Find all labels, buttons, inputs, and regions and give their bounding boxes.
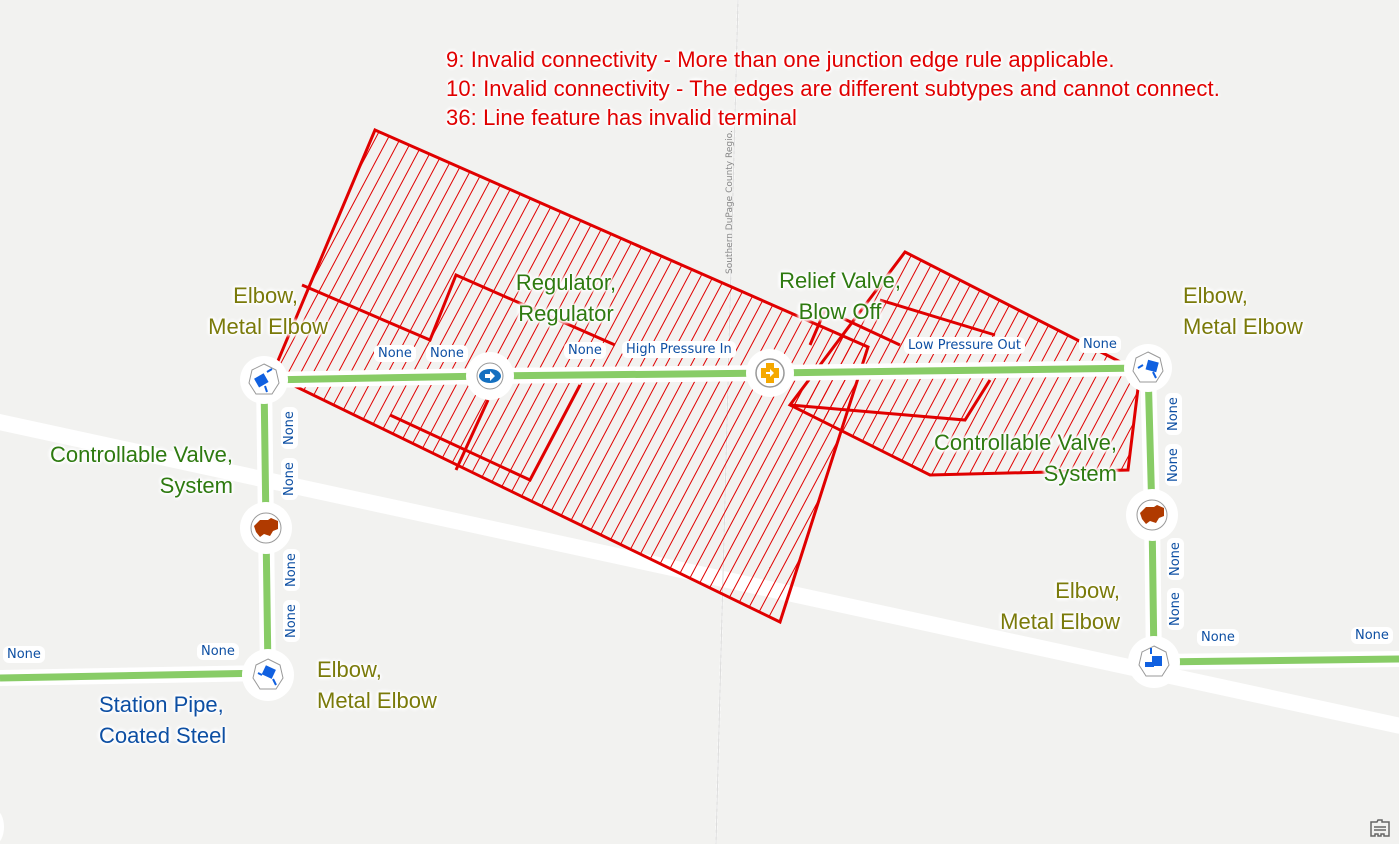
label-relief-valve: Relief Valve, Blow Off <box>770 265 910 327</box>
error-message-9: 9: Invalid connectivity - More than one … <box>446 47 1115 72</box>
label-elbow-top-left: Elbow, Metal Elbow <box>160 280 328 342</box>
label-line: Station Pipe, <box>99 692 224 717</box>
terminal-label: None <box>283 600 300 642</box>
label-line: Metal Elbow <box>1183 314 1303 339</box>
label-line: Metal Elbow <box>208 314 328 339</box>
terminal-label: None <box>281 458 298 500</box>
terminal-label: None <box>283 549 300 591</box>
label-line: Metal Elbow <box>317 688 437 713</box>
label-line: Elbow, <box>1055 578 1120 603</box>
label-elbow-bottom-right: Elbow, Metal Elbow <box>960 575 1120 637</box>
label-line: Elbow, <box>233 283 298 308</box>
label-line: System <box>1043 461 1117 486</box>
label-controllable-valve-right: Controllable Valve, System <box>900 427 1117 489</box>
regulator-icon[interactable] <box>476 362 504 390</box>
terminal-label: None <box>374 345 416 362</box>
relief-valve-icon[interactable] <box>755 358 785 388</box>
label-line: Elbow, <box>1183 283 1248 308</box>
basemap-gallery-icon <box>1370 819 1390 837</box>
basemap-gallery-button[interactable] <box>1369 818 1391 838</box>
terminal-label: None <box>564 342 606 359</box>
controllable-valve-icon[interactable] <box>250 512 282 544</box>
error-message-10: 10: Invalid connectivity - The edges are… <box>446 76 1220 101</box>
road-label: Southern DuPage County Regio. <box>725 130 735 274</box>
controllable-valve-icon[interactable] <box>1136 499 1168 531</box>
terminal-label: None <box>1167 588 1184 630</box>
terminal-label: None <box>3 646 45 663</box>
label-line: Relief Valve, <box>779 268 901 293</box>
label-line: System <box>159 473 233 498</box>
label-line: Controllable Valve, <box>933 430 1117 455</box>
label-line: Regulator <box>518 301 614 326</box>
label-elbow-bottom-left: Elbow, Metal Elbow <box>317 654 437 716</box>
label-line: Coated Steel <box>99 723 227 748</box>
terminal-label: None <box>426 345 468 362</box>
terminal-label: None <box>1351 627 1393 644</box>
terminal-label: None <box>1165 393 1182 435</box>
terminal-label: None <box>1197 629 1239 646</box>
error-message-36: 36: Line feature has invalid terminal <box>446 105 798 130</box>
terminal-label: None <box>281 407 298 449</box>
label-elbow-top-right: Elbow, Metal Elbow <box>1183 280 1303 342</box>
label-controllable-valve-left: Controllable Valve, System <box>20 439 233 501</box>
terminal-label: None <box>1165 444 1182 486</box>
terminal-label: None <box>1167 538 1184 580</box>
label-line: Regulator, <box>515 270 617 295</box>
label-regulator: Regulator, Regulator <box>506 267 626 329</box>
terminal-label: Low Pressure Out <box>904 337 1025 354</box>
terminal-label: None <box>197 643 239 660</box>
label-line: Controllable Valve, <box>49 442 233 467</box>
pipe-bottom-right[interactable] <box>1153 655 1399 666</box>
station-pipe[interactable] <box>0 669 269 682</box>
label-line: Metal Elbow <box>1000 609 1120 634</box>
label-line: Blow Off <box>798 299 882 324</box>
label-station-pipe: Station Pipe, Coated Steel <box>99 689 226 751</box>
terminal-label: None <box>1079 336 1121 353</box>
label-line: Elbow, <box>317 657 382 682</box>
terminal-label: High Pressure In <box>622 341 736 358</box>
